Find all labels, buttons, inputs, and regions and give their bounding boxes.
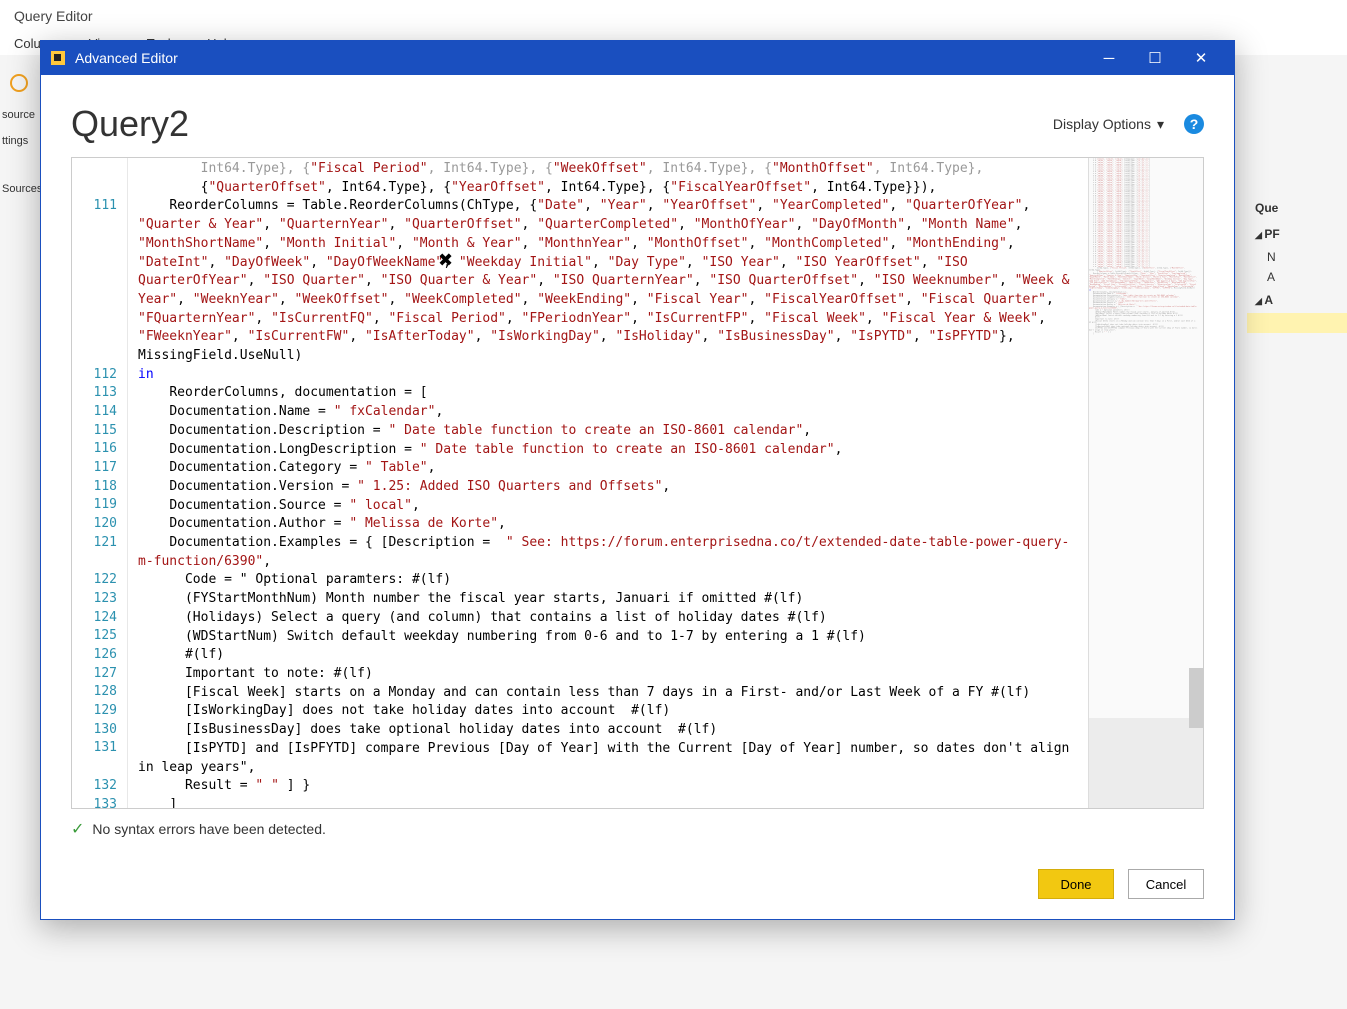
display-options-dropdown[interactable]: Display Options ▾: [1053, 116, 1164, 133]
chevron-down-icon: ▾: [1157, 116, 1164, 133]
dialog-title: Advanced Editor: [75, 50, 1086, 66]
help-icon[interactable]: ?: [1184, 114, 1204, 134]
dialog-buttons: Done Cancel: [41, 843, 1234, 919]
bg-left-sources: Sources: [2, 183, 36, 195]
line-number-gutter: 1111121131141151161171181191201211221231…: [72, 158, 128, 808]
bg-left-strip: source ttings Sources: [0, 68, 38, 215]
checkmark-icon: ✓: [71, 819, 84, 839]
right-section-pf[interactable]: PF: [1247, 221, 1347, 247]
status-message: No syntax errors have been detected.: [92, 821, 325, 837]
app-icon: [51, 51, 65, 65]
right-section-a2[interactable]: A: [1247, 287, 1347, 313]
minimap[interactable]: x = "value", "value", "value", Int64.Typ…: [1088, 158, 1203, 808]
right-properties-panel: Que PF N A A: [1247, 195, 1347, 333]
vertical-scrollbar[interactable]: [1189, 668, 1203, 728]
right-item-highlight: [1247, 313, 1347, 333]
bg-left-ttings: ttings: [2, 135, 36, 147]
advanced-editor-dialog: Advanced Editor ─ ☐ ✕ Query2 Display Opt…: [40, 40, 1235, 920]
bg-left-source: source: [2, 109, 36, 121]
bg-window-title: Query Editor: [0, 0, 1347, 32]
right-query-label: Que: [1247, 195, 1347, 221]
code-editor[interactable]: 1111121131141151161171181191201211221231…: [71, 157, 1204, 809]
minimize-button[interactable]: ─: [1086, 41, 1132, 75]
minimap-viewport[interactable]: [1089, 718, 1203, 808]
status-bar: ✓ No syntax errors have been detected.: [41, 809, 1234, 843]
right-item-a1: A: [1247, 267, 1347, 287]
maximize-button[interactable]: ☐: [1132, 41, 1178, 75]
dialog-header: Query2 Display Options ▾ ?: [41, 75, 1234, 157]
dialog-titlebar[interactable]: Advanced Editor ─ ☐ ✕: [41, 41, 1234, 75]
code-content[interactable]: Int64.Type}, {"Fiscal Period", Int64.Typ…: [128, 158, 1088, 808]
minimap-content: x = "value", "value", "value", Int64.Typ…: [1089, 158, 1198, 335]
done-button[interactable]: Done: [1038, 869, 1114, 899]
cancel-button[interactable]: Cancel: [1128, 869, 1204, 899]
display-options-label: Display Options: [1053, 116, 1151, 132]
close-button[interactable]: ✕: [1178, 41, 1224, 75]
query-name: Query2: [71, 103, 1053, 145]
right-item-n: N: [1247, 247, 1347, 267]
gear-icon: [10, 74, 28, 92]
